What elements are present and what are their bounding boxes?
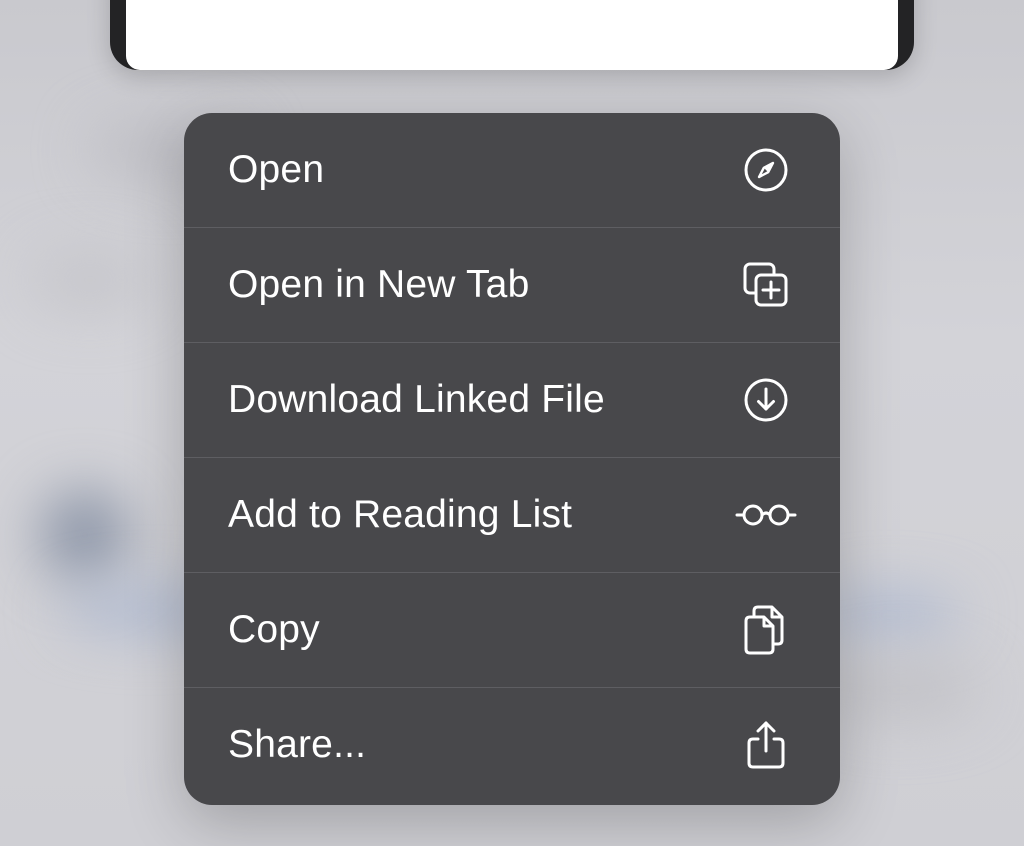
menu-item-label: Add to Reading List [228, 493, 573, 536]
glasses-icon [734, 483, 798, 547]
menu-item-label: Open in New Tab [228, 263, 530, 306]
menu-item-label: Download Linked File [228, 378, 605, 421]
menu-item-label: Share... [228, 723, 367, 766]
download-icon [734, 368, 798, 432]
compass-icon [734, 138, 798, 202]
menu-item-label: Open [228, 148, 325, 191]
menu-item-open[interactable]: Open [184, 113, 840, 227]
menu-item-open-in-new-tab[interactable]: Open in New Tab [184, 227, 840, 342]
link-preview-card[interactable] [110, 0, 914, 70]
blurred-content [820, 660, 980, 720]
menu-item-copy[interactable]: Copy [184, 572, 840, 687]
share-icon [734, 713, 798, 777]
menu-item-label: Copy [228, 608, 320, 651]
menu-item-share[interactable]: Share... [184, 687, 840, 802]
copy-icon [734, 598, 798, 662]
context-menu: Open Open in New Tab Download Linked Fil… [184, 113, 840, 805]
blurred-content [30, 250, 150, 310]
menu-item-add-to-reading-list[interactable]: Add to Reading List [184, 457, 840, 572]
menu-item-download-linked-file[interactable]: Download Linked File [184, 342, 840, 457]
new-tab-icon [734, 253, 798, 317]
link-preview-content [126, 0, 898, 70]
blurred-avatar [40, 490, 130, 580]
blurred-link [820, 595, 960, 635]
